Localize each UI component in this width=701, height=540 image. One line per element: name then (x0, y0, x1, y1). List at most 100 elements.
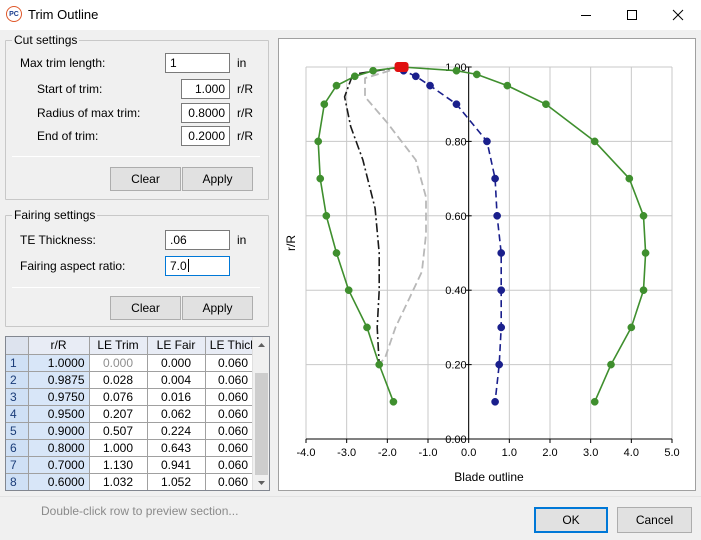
table-row[interactable]: 5 0.9000 0.507 0.224 0.060 (6, 422, 262, 440)
cell-r-r[interactable]: 0.9500 (28, 405, 90, 423)
outline-point[interactable] (590, 397, 599, 406)
column-header-r-r[interactable]: r/R (28, 337, 90, 355)
outline-point[interactable] (389, 397, 398, 406)
column-header-le-fair[interactable]: LE Fair (147, 337, 206, 355)
table-row[interactable]: 2 0.9875 0.028 0.004 0.060 (6, 371, 262, 389)
cell-r-r[interactable]: 0.7000 (28, 456, 90, 474)
row-header[interactable]: 8 (6, 473, 29, 490)
scroll-up-arrow-icon[interactable] (258, 343, 265, 347)
outline-point[interactable] (344, 286, 353, 295)
cell-le-fair[interactable]: 0.000 (147, 354, 206, 372)
grid-vertical-scrollbar[interactable] (252, 337, 269, 490)
outline-point[interactable] (639, 211, 648, 220)
trim-point[interactable] (491, 397, 499, 406)
outline-point[interactable] (641, 249, 650, 257)
outline-point[interactable] (369, 66, 377, 75)
end-of-trim-input[interactable]: 0.2000 (181, 126, 230, 146)
cell-r-r[interactable]: 0.6000 (28, 473, 90, 490)
outline-point[interactable] (332, 249, 341, 257)
table-row[interactable]: 8 0.6000 1.032 1.052 0.060 (6, 473, 262, 490)
row-header[interactable]: 5 (6, 422, 29, 440)
row-header[interactable]: 6 (6, 439, 29, 457)
cell-r-r[interactable]: 0.9000 (28, 422, 90, 440)
outline-point[interactable] (350, 72, 359, 81)
cell-r-r[interactable]: 0.8000 (28, 439, 90, 457)
trim-point[interactable] (493, 211, 501, 220)
trim-point[interactable] (452, 100, 461, 109)
outline-point[interactable] (503, 81, 512, 90)
blade-outline-chart[interactable]: -4.0 -3.0 -2.0 -1.0 0.0 1.0 2.0 3.0 4.0 5.0 0.00 0.… (279, 39, 695, 490)
max-trim-input[interactable]: 1 (165, 53, 230, 73)
cell-le-trim[interactable]: 1.032 (89, 473, 148, 490)
row-header[interactable]: 3 (6, 388, 29, 406)
cut-apply-button[interactable]: Apply (182, 167, 253, 191)
outline-point[interactable] (625, 174, 634, 183)
cell-le-trim[interactable]: 0.028 (89, 371, 148, 389)
cell-le-fair[interactable]: 0.224 (147, 422, 206, 440)
cell-le-trim[interactable]: 0.207 (89, 405, 148, 423)
cell-r-r[interactable]: 0.9875 (28, 371, 90, 389)
cell-le-fair[interactable]: 0.643 (147, 439, 206, 457)
row-header[interactable]: 4 (6, 405, 29, 423)
outline-point[interactable] (472, 70, 481, 79)
outline-point[interactable] (363, 323, 371, 332)
cell-le-fair[interactable]: 0.016 (147, 388, 206, 406)
close-button[interactable] (655, 0, 701, 30)
scroll-thumb[interactable] (255, 373, 268, 475)
outline-point[interactable] (639, 286, 648, 295)
cell-le-trim[interactable]: 0.000 (89, 354, 148, 372)
te-thickness-input[interactable]: .06 (165, 230, 230, 250)
cancel-button[interactable]: Cancel (617, 507, 692, 533)
cell-le-trim[interactable]: 1.000 (89, 439, 148, 457)
maximize-button[interactable] (609, 0, 655, 30)
table-row[interactable]: 3 0.9750 0.076 0.016 0.060 (6, 388, 262, 406)
trim-point[interactable] (483, 137, 491, 146)
trim-point[interactable] (491, 174, 499, 183)
table-row[interactable]: 6 0.8000 1.000 0.643 0.060 (6, 439, 262, 457)
outline-point[interactable] (452, 66, 461, 75)
outline-point[interactable] (590, 137, 599, 146)
trim-point[interactable] (497, 286, 506, 295)
trim-point[interactable] (497, 249, 506, 257)
outline-point[interactable] (316, 174, 325, 183)
trim-point[interactable] (495, 360, 504, 369)
cut-clear-button[interactable]: Clear (110, 167, 181, 191)
trim-point[interactable] (426, 81, 434, 90)
table-row[interactable]: 1 1.0000 0.000 0.000 0.060 (6, 354, 262, 372)
outline-point[interactable] (607, 360, 615, 369)
cell-le-trim[interactable]: 0.076 (89, 388, 148, 406)
outline-point[interactable] (322, 211, 331, 220)
ok-button[interactable]: OK (534, 507, 608, 533)
row-header[interactable]: 7 (6, 456, 29, 474)
fairing-apply-button[interactable]: Apply (182, 296, 253, 320)
trim-point[interactable] (411, 72, 420, 81)
tip-marker[interactable] (394, 62, 409, 72)
trim-point[interactable] (497, 323, 506, 332)
outline-point[interactable] (627, 323, 636, 332)
cell-le-fair[interactable]: 1.052 (147, 473, 206, 490)
cell-r-r[interactable]: 0.9750 (28, 388, 90, 406)
minimize-button[interactable] (563, 0, 609, 30)
radius-max-trim-input[interactable]: 0.8000 (181, 103, 230, 123)
trim-data-grid[interactable]: r/R LE Trim LE Fair LE Thick 1 1.0000 0.… (5, 336, 270, 491)
cell-le-trim[interactable]: 1.130 (89, 456, 148, 474)
outline-point[interactable] (375, 360, 384, 369)
cell-le-fair[interactable]: 0.062 (147, 405, 206, 423)
cell-r-r[interactable]: 1.0000 (28, 354, 90, 372)
cell-le-fair[interactable]: 0.941 (147, 456, 206, 474)
cell-le-trim[interactable]: 0.507 (89, 422, 148, 440)
start-of-trim-input[interactable]: 1.000 (181, 79, 230, 99)
column-header-le-trim[interactable]: LE Trim (89, 337, 148, 355)
outline-point[interactable] (332, 81, 341, 90)
table-row[interactable]: 4 0.9500 0.207 0.062 0.060 (6, 405, 262, 423)
row-header[interactable]: 2 (6, 371, 29, 389)
fairing-clear-button[interactable]: Clear (110, 296, 181, 320)
table-row[interactable]: 7 0.7000 1.130 0.941 0.060 (6, 456, 262, 474)
cell-le-fair[interactable]: 0.004 (147, 371, 206, 389)
outline-point[interactable] (320, 100, 329, 109)
fairing-aspect-input[interactable]: 7.0 (165, 256, 230, 276)
outline-point[interactable] (542, 100, 550, 109)
row-header[interactable]: 1 (6, 354, 29, 372)
outline-point[interactable] (314, 137, 323, 146)
scroll-down-arrow-icon[interactable] (258, 481, 265, 485)
